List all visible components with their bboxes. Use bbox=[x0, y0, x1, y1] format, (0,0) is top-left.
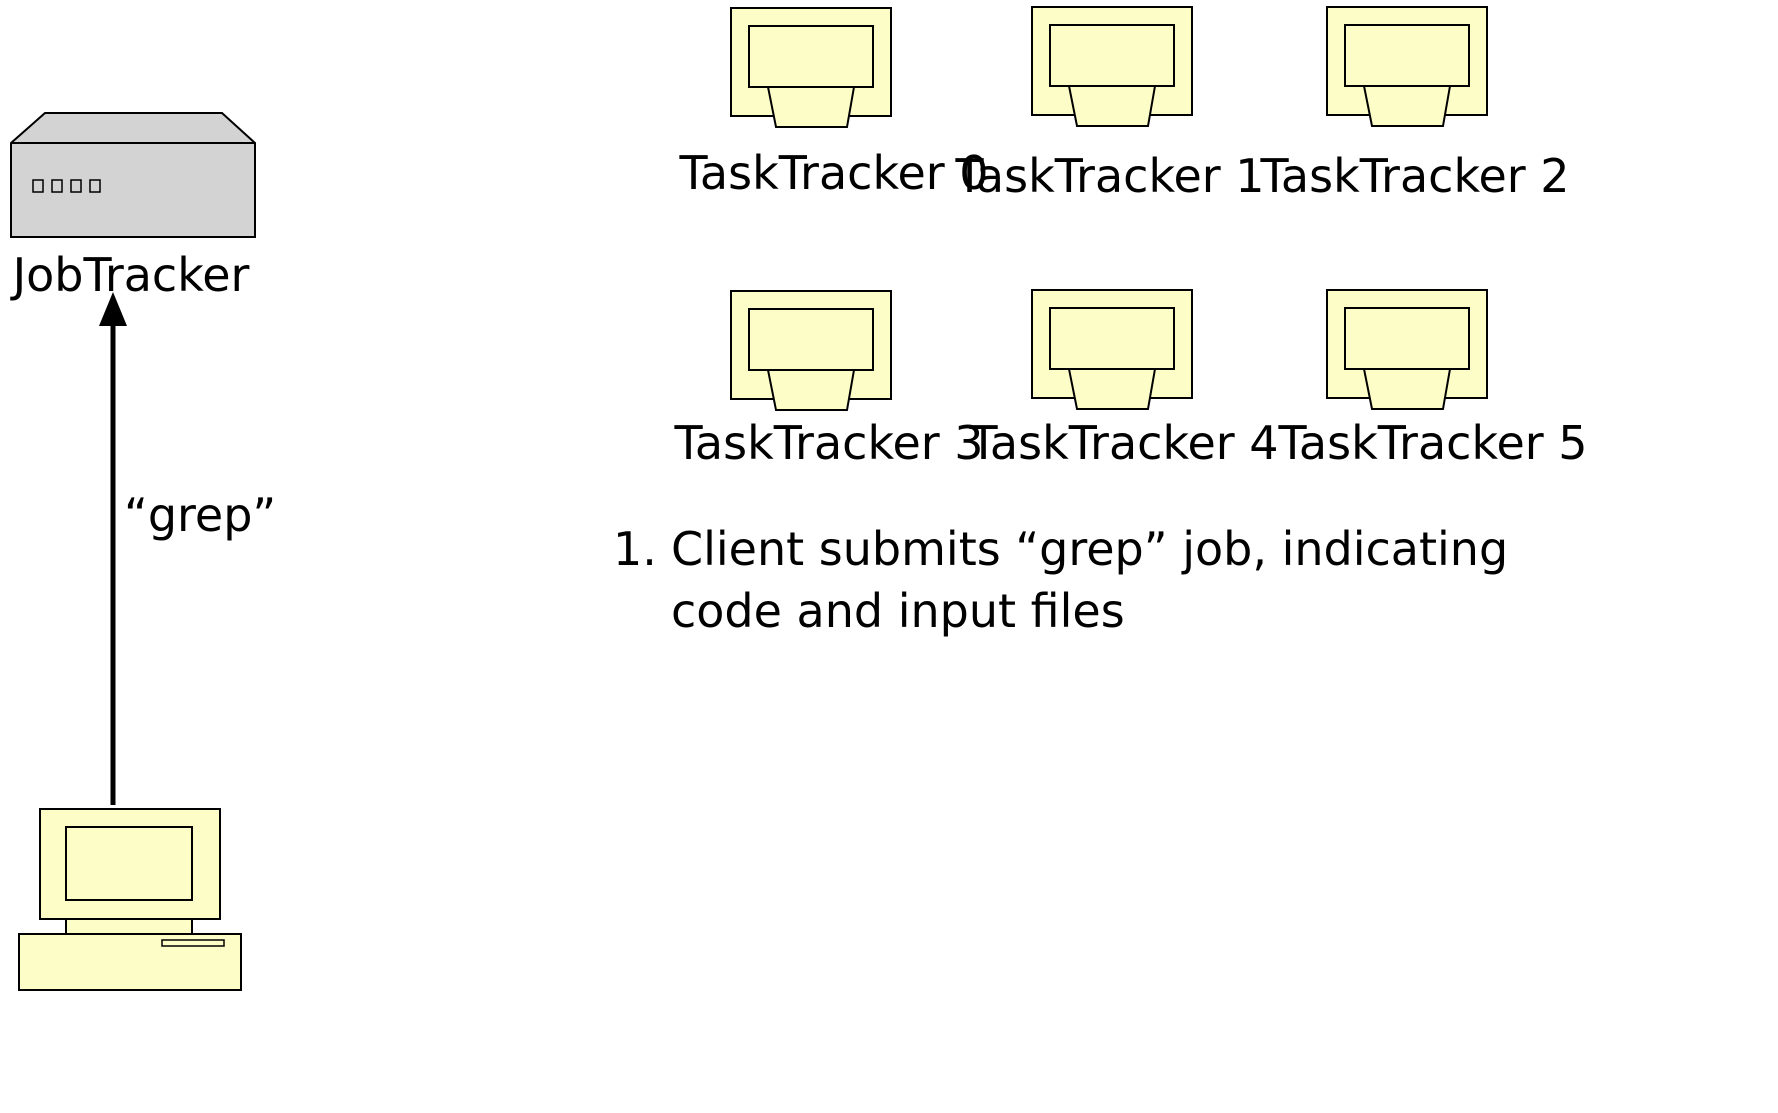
task-tracker-label: TaskTracker 2 bbox=[1260, 149, 1570, 203]
monitor-icon bbox=[730, 7, 892, 128]
step-list: 1. Client submits “grep” job, indicating … bbox=[613, 518, 1531, 642]
monitor-icon bbox=[1031, 6, 1193, 127]
server-icon bbox=[10, 112, 256, 238]
monitor-icon bbox=[1326, 289, 1488, 410]
task-tracker-label: TaskTracker 0 bbox=[679, 146, 989, 200]
task-tracker-label: TaskTracker 1 bbox=[955, 149, 1265, 203]
desktop-computer-icon bbox=[18, 808, 242, 991]
grep-request-label: “grep” bbox=[124, 488, 277, 542]
task-tracker-label: TaskTracker 5 bbox=[1278, 416, 1588, 470]
step-number: 1. bbox=[613, 522, 657, 576]
task-tracker-label: TaskTracker 4 bbox=[969, 416, 1279, 470]
monitor-icon bbox=[1031, 289, 1193, 410]
monitor-icon bbox=[1326, 6, 1488, 127]
task-tracker-label: TaskTracker 3 bbox=[674, 416, 984, 470]
monitor-icon bbox=[730, 290, 892, 411]
step-item: 1. Client submits “grep” job, indicating … bbox=[613, 518, 1531, 642]
step-text: Client submits “grep” job, indicating co… bbox=[671, 522, 1509, 638]
arrow-up-icon bbox=[99, 292, 127, 805]
